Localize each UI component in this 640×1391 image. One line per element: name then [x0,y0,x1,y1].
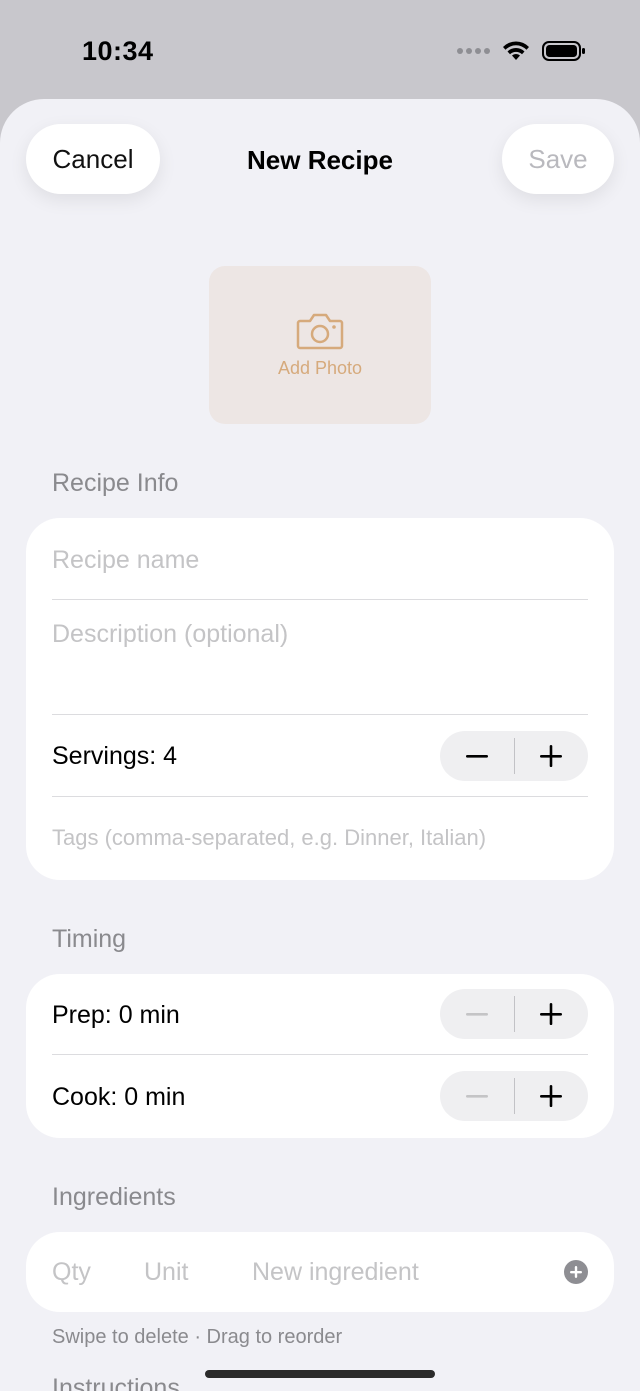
ingredients-hint: Swipe to delete · Drag to reorder [52,1326,343,1348]
recipe-name-input[interactable]: Recipe name [52,540,588,580]
increment-button[interactable] [515,989,589,1039]
save-button[interactable]: Save [502,124,614,194]
plus-icon [540,1085,563,1107]
instructions-header: Instructions [52,1374,180,1391]
ingredients-card: Qty Unit New ingredient [26,1232,614,1312]
minus-icon [465,1013,488,1016]
decrement-button[interactable] [440,1071,514,1121]
new-recipe-sheet: Cancel New Recipe Save Add Photo Recipe … [0,99,640,1391]
timing-header: Timing [52,925,127,953]
plus-icon [540,745,563,767]
cook-stepper[interactable] [440,1071,588,1121]
unit-input[interactable]: Unit [144,1252,234,1292]
qty-input[interactable]: Qty [52,1252,122,1292]
prep-stepper[interactable] [440,989,588,1039]
add-photo-button[interactable]: Add Photo [209,266,431,424]
camera-icon [296,313,344,349]
wifi-icon [503,41,529,60]
divider [52,599,588,600]
recipe-info-header: Recipe Info [52,469,179,497]
increment-button[interactable] [515,731,589,781]
tags-input[interactable]: Tags (comma-separated, e.g. Dinner, Ital… [52,820,588,856]
add-photo-label: Add Photo [277,357,363,378]
timing-card: Prep: 0 min Cook: 0 min [26,974,614,1138]
minus-icon [465,1095,488,1098]
servings-stepper[interactable] [440,731,588,781]
description-input[interactable]: Description (optional) [52,620,588,660]
add-ingredient-icon[interactable] [564,1260,588,1284]
plus-icon [540,1003,563,1025]
divider [52,1054,588,1055]
ingredients-header: Ingredients [52,1183,176,1211]
status-time: 10:34 [82,36,154,66]
battery-icon [542,41,585,61]
minus-icon [465,755,488,758]
increment-button[interactable] [515,1071,589,1121]
status-bar: 10:34 [0,0,640,100]
home-indicator [205,1370,435,1378]
recipe-info-card: Recipe name Description (optional) Servi… [26,518,614,880]
status-icons [456,40,586,62]
divider [52,796,588,797]
signal-icon [457,48,490,54]
divider [52,714,588,715]
decrement-button[interactable] [440,731,514,781]
ingredient-name-input[interactable]: New ingredient [252,1252,532,1292]
decrement-button[interactable] [440,989,514,1039]
